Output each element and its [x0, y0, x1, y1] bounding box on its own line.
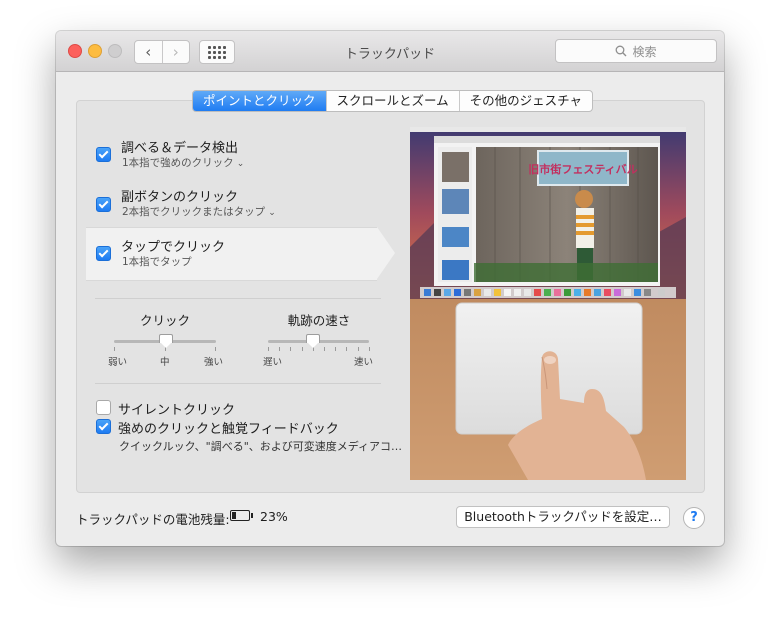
tap-to-click-description: 1本指でタップ	[122, 256, 192, 268]
tracking-tick	[357, 347, 359, 351]
battery-icon	[230, 510, 253, 521]
divider	[95, 298, 381, 299]
tracking-tick	[346, 347, 348, 351]
tracking-tick	[368, 347, 370, 351]
lookup-gesture-menu[interactable]: 1本指で強めのクリック ⌄	[122, 155, 244, 170]
tracking-tick	[301, 347, 303, 351]
gesture-preview: 旧市街フェスティバル	[410, 127, 686, 480]
preferences-window: ‹ › トラックパッド 検索 ポイントとクリック スクロールとズーム その他のジ…	[56, 31, 724, 546]
divider	[95, 383, 381, 384]
battery-percent: 23%	[260, 509, 288, 524]
tap-to-click-label: タップでクリック	[121, 240, 226, 255]
click-mid-label: 中	[160, 357, 170, 368]
tab-bar: ポイントとクリック スクロールとズーム その他のジェスチャ	[192, 90, 594, 112]
lookup-label: 調べる＆データ検出	[121, 141, 239, 156]
help-button[interactable]: ?	[683, 507, 705, 529]
search-placeholder: 検索	[632, 44, 657, 59]
secondary-click-value: 2本指でクリックまたはタップ	[122, 206, 266, 218]
gesture-preview-illustration: 旧市街フェスティバル	[410, 127, 686, 480]
click-min-label: 弱い	[108, 357, 128, 368]
lookup-gesture-value: 1本指で強めのクリック	[122, 157, 234, 169]
tab-more-gestures[interactable]: その他のジェスチャ	[458, 91, 592, 111]
click-max-label: 強い	[204, 357, 224, 368]
tracking-tick	[279, 347, 281, 351]
preview-banner-text: 旧市街フェスティバル	[528, 162, 637, 176]
chevron-down-icon: ⌄	[236, 159, 245, 169]
click-tick	[215, 347, 216, 351]
secondary-click-label: 副ボタンのクリック	[121, 190, 239, 205]
tracking-min-label: 遅い	[263, 357, 283, 368]
force-click-label: 強めのクリックと触覚フィードバック	[118, 422, 339, 437]
click-slider-label: クリック	[139, 313, 190, 328]
force-click-description: クイックルック、"調べる"、および可変速度メディアコ…	[119, 440, 403, 453]
tracking-tick	[290, 347, 292, 351]
tracking-slider-label: 軌跡の速さ	[287, 313, 351, 328]
secondary-click-checkbox[interactable]	[96, 197, 111, 212]
chevron-down-icon: ⌄	[268, 208, 276, 218]
tab-scroll-and-zoom[interactable]: スクロールとズーム	[325, 91, 459, 111]
silent-click-checkbox[interactable]	[96, 400, 111, 415]
tracking-max-label: 速い	[354, 357, 374, 368]
search-icon	[616, 45, 627, 57]
tracking-tick	[268, 347, 269, 351]
tracking-tick	[324, 347, 325, 351]
click-tick	[114, 347, 115, 351]
secondary-click-menu[interactable]: 2本指でクリックまたはタップ ⌄	[122, 204, 276, 219]
tab-point-and-click[interactable]: ポイントとクリック	[193, 91, 326, 111]
title-bar: ‹ › トラックパッド 検索	[56, 31, 724, 72]
battery-label: トラックパッドの電池残量:	[76, 512, 230, 527]
silent-click-label: サイレントクリック	[118, 403, 236, 418]
tap-to-click-checkbox[interactable]	[96, 246, 111, 261]
lookup-checkbox[interactable]	[96, 147, 111, 162]
highlight-pointer	[377, 227, 395, 279]
tracking-tick	[335, 347, 337, 351]
setup-bluetooth-trackpad-button[interactable]: Bluetoothトラックパッドを設定…	[456, 506, 670, 528]
search-field[interactable]: 検索	[555, 39, 717, 63]
force-click-checkbox[interactable]	[96, 419, 111, 434]
